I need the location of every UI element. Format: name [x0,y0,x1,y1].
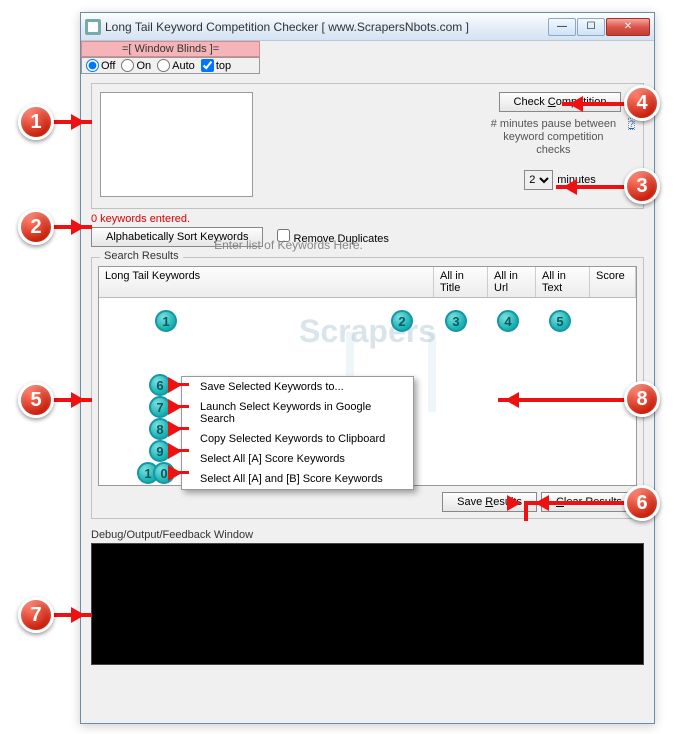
col-marker-5: 5 [549,310,571,332]
app-window: Long Tail Keyword Competition Checker [ … [80,12,655,724]
callout-3: 3 [624,168,660,204]
grid-header: Long Tail Keywords All in Title All in U… [99,267,636,298]
sort-keywords-button[interactable]: Alphabetically Sort Keywords [91,227,263,247]
col-score[interactable]: Score [590,267,636,297]
ctx-arrow-8 [171,427,189,430]
ctx-arrow-10 [175,471,189,474]
close-button[interactable]: ✕ [606,18,650,36]
col-keywords[interactable]: Long Tail Keywords [99,267,434,297]
ctx-arrow-6 [171,383,189,386]
arrow-2 [52,225,92,229]
callout-2: 2 [18,209,54,245]
callout-7: 7 [18,597,54,633]
debug-window[interactable] [91,543,644,665]
blinds-title: =[ Window Blinds ]= [81,41,260,57]
blinds-auto[interactable]: Auto [157,59,195,72]
remove-duplicates-check[interactable]: Remove Duplicates [277,229,388,245]
callout-6: 6 [624,485,660,521]
arrow-8 [498,398,626,402]
ctx-arrow-7 [171,405,189,408]
arrow-4 [562,102,626,106]
col-marker-4: 4 [497,310,519,332]
results-fieldset: Search Results Long Tail Keywords All in… [91,257,644,519]
ctx-save-selected[interactable]: Save Selected Keywords to... [182,377,413,397]
col-marker-3: 3 [445,310,467,332]
ctx-select-a[interactable]: Select All [A] Score Keywords [182,449,413,469]
arrow-5 [52,398,92,402]
keywords-input[interactable] [100,92,253,197]
callout-5: 5 [18,382,54,418]
titlebar[interactable]: Long Tail Keyword Competition Checker [ … [81,13,654,41]
window-title: Long Tail Keyword Competition Checker [ … [105,20,547,34]
callout-1: 1 [18,104,54,140]
col-marker-1: 1 [155,310,177,332]
blinds-options: Off On Auto top [81,57,260,74]
col-url[interactable]: All in Url [488,267,536,297]
arrow-1 [52,120,92,124]
col-title[interactable]: All in Title [434,267,488,297]
ctx-launch-google[interactable]: Launch Select Keywords in Google Search [182,397,413,429]
keyword-count: 0 keywords entered. [91,213,190,225]
callout-8: 8 [624,381,660,417]
blinds-on[interactable]: On [121,59,151,72]
context-menu: Save Selected Keywords to... Launch Sele… [181,376,414,490]
ctx-select-ab[interactable]: Select All [A] and [B] Score Keywords [182,469,413,489]
callout-4: 4 [624,85,660,121]
ctx-arrow-9 [171,449,189,452]
col-marker-2: 2 [391,310,413,332]
watermark: Scrapers [299,313,436,350]
app-icon [85,19,101,35]
ctx-copy-clipboard[interactable]: Copy Selected Keywords to Clipboard [182,429,413,449]
col-text[interactable]: All in Text [536,267,590,297]
minimize-button[interactable]: — [548,18,576,36]
arrow-3 [556,185,626,189]
results-grid[interactable]: Long Tail Keywords All in Title All in U… [98,266,637,486]
debug-label: Debug/Output/Feedback Window [91,529,644,541]
arrow-6 [528,501,626,505]
maximize-button[interactable]: ☐ [577,18,605,36]
arrow-6v [524,501,528,521]
results-legend: Search Results [100,250,183,262]
help-icon[interactable]: ? [628,118,635,130]
blinds-top[interactable]: top [201,59,231,72]
blinds-off[interactable]: Off [86,59,115,72]
pause-label: # minutes pause between keyword competit… [485,118,622,158]
grid-body[interactable]: Scrapers 1 2 3 4 5 Save Selected Keyword… [99,298,636,490]
arrow-7 [52,613,92,617]
minutes-select[interactable]: 2 [524,170,553,190]
